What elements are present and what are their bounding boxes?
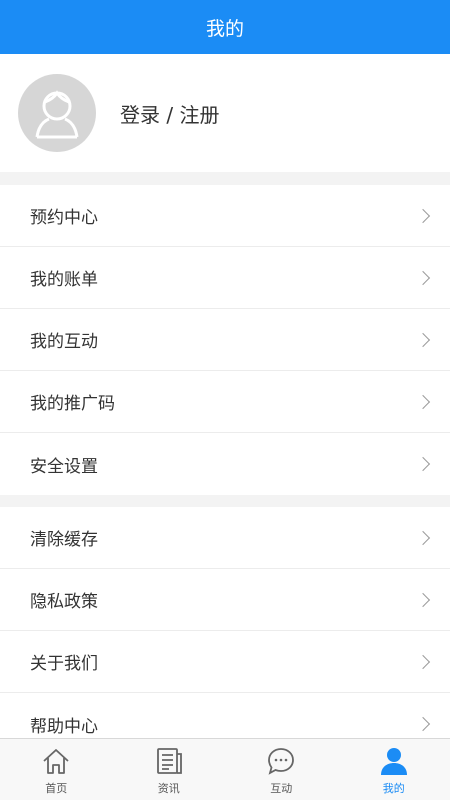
tab-label: 资讯 <box>157 782 180 795</box>
tab-news[interactable]: 资讯 <box>113 739 226 800</box>
menu-item-promo-code[interactable]: 我的推广码 <box>0 371 450 433</box>
menu-group-account: 预约中心 我的账单 我的互动 我的推广码 安全设置 <box>0 185 450 495</box>
menu-group-general: 清除缓存 隐私政策 关于我们 帮助中心 <box>0 507 450 755</box>
chat-icon <box>268 748 295 775</box>
login-register-link[interactable]: 登录 / 注册 <box>120 99 219 128</box>
menu-item-label: 我的账单 <box>30 270 98 290</box>
profile-section[interactable]: 登录 / 注册 <box>0 54 450 172</box>
menu-item-clear-cache[interactable]: 清除缓存 <box>0 507 450 569</box>
menu-item-label: 帮助中心 <box>30 716 98 737</box>
user-icon <box>380 748 407 775</box>
tab-label: 互动 <box>270 782 293 795</box>
menu-item-about-us[interactable]: 关于我们 <box>0 631 450 693</box>
tab-interaction[interactable]: 互动 <box>225 739 338 800</box>
menu-item-label: 我的互动 <box>30 332 98 352</box>
news-icon <box>156 748 182 774</box>
menu-item-label: 安全设置 <box>30 456 98 477</box>
menu-item-label: 清除缓存 <box>30 530 98 550</box>
tab-mine[interactable]: 我的 <box>338 739 450 800</box>
avatar[interactable] <box>18 74 96 152</box>
menu-item-interactions[interactable]: 我的互动 <box>0 309 450 371</box>
tab-home[interactable]: 首页 <box>0 739 113 800</box>
chevron-right-icon <box>415 530 431 545</box>
avatar-placeholder-icon <box>35 90 79 139</box>
menu-item-label: 隐私政策 <box>30 592 98 612</box>
tab-label: 首页 <box>45 782 68 795</box>
chevron-right-icon <box>415 394 431 409</box>
app-header: 我的 <box>0 0 450 54</box>
menu-item-security-settings[interactable]: 安全设置 <box>0 433 450 495</box>
page-title: 我的 <box>205 17 244 40</box>
chevron-right-icon <box>415 592 431 607</box>
chevron-right-icon <box>415 654 431 669</box>
menu-item-label: 我的推广码 <box>30 394 115 414</box>
tab-label: 我的 <box>382 782 405 795</box>
chevron-right-icon <box>415 208 431 223</box>
menu-item-appointments[interactable]: 预约中心 <box>0 185 450 247</box>
menu-item-label: 预约中心 <box>30 208 98 228</box>
menu-item-bills[interactable]: 我的账单 <box>0 247 450 309</box>
menu-item-privacy-policy[interactable]: 隐私政策 <box>0 569 450 631</box>
home-icon <box>43 749 69 774</box>
chevron-right-icon <box>415 270 431 285</box>
menu-item-label: 关于我们 <box>30 654 98 674</box>
chevron-right-icon <box>415 716 431 732</box>
chevron-right-icon <box>415 456 431 472</box>
bottom-tab-bar: 首页 资讯 互动 我的 <box>0 738 450 800</box>
chevron-right-icon <box>415 332 431 347</box>
